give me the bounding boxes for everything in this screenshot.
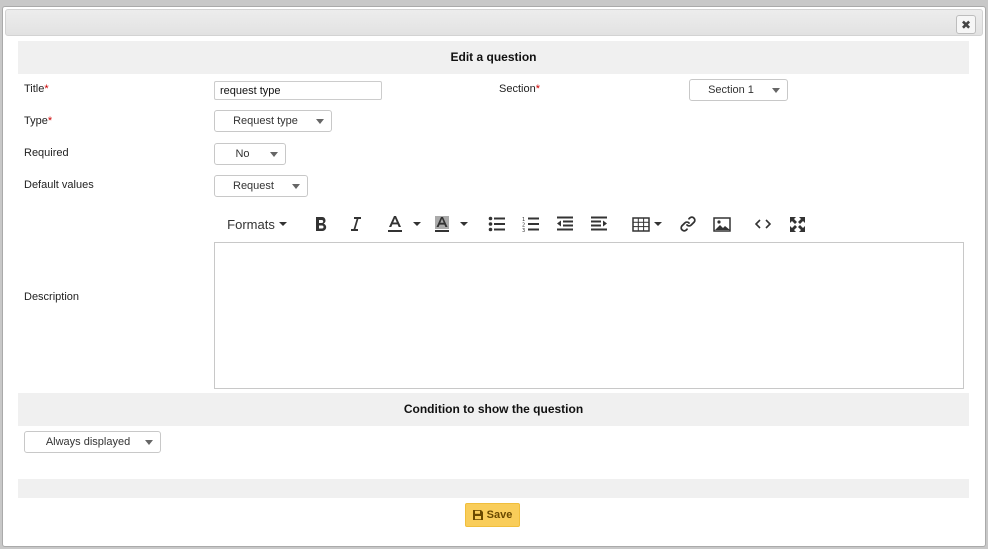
- save-label: Save: [486, 509, 513, 521]
- background-color-button[interactable]: [431, 209, 453, 239]
- table-icon: [632, 216, 650, 232]
- required-marker: *: [47, 115, 53, 127]
- description-label: Description: [24, 291, 80, 303]
- bullet-list-button[interactable]: [486, 209, 508, 239]
- chevron-down-icon: [654, 222, 662, 226]
- outdent-icon: [557, 216, 573, 231]
- condition-header: Condition to show the question: [18, 393, 969, 426]
- chevron-down-icon: [460, 222, 468, 226]
- chevron-down-icon: [278, 222, 287, 226]
- link-button[interactable]: [677, 209, 699, 239]
- condition-select[interactable]: Always displayed: [24, 431, 161, 453]
- table-dropdown[interactable]: [652, 209, 664, 239]
- chevron-down-icon: [772, 87, 780, 93]
- edit-question-dialog: ✖ Edit a question Title* Section* Sectio…: [2, 6, 986, 547]
- chevron-down-icon: [413, 222, 421, 226]
- numbered-list-icon: 123: [522, 217, 539, 232]
- fullscreen-button[interactable]: [786, 209, 808, 239]
- default-values-select[interactable]: Request: [214, 175, 308, 197]
- source-code-icon: [755, 219, 771, 229]
- type-label: Type*: [24, 115, 53, 127]
- editor-toolbar: Formats 123: [214, 209, 814, 239]
- required-marker: *: [44, 83, 49, 95]
- chevron-down-icon: [316, 118, 324, 124]
- svg-text:3: 3: [522, 228, 525, 232]
- close-icon: ✖: [960, 17, 972, 32]
- link-icon: [680, 216, 696, 232]
- italic-button[interactable]: [344, 209, 366, 239]
- chevron-down-icon: [270, 151, 278, 157]
- outdent-button[interactable]: [554, 209, 576, 239]
- description-editor[interactable]: [214, 242, 964, 389]
- text-color-button[interactable]: [384, 209, 406, 239]
- default-values-label: Default values: [24, 179, 94, 191]
- save-button[interactable]: Save: [465, 503, 520, 527]
- fullscreen-icon: [789, 216, 805, 232]
- required-select-value: No: [235, 148, 250, 160]
- background-color-icon: [435, 216, 449, 232]
- italic-icon: [351, 217, 361, 231]
- indent-icon: [591, 216, 607, 231]
- close-button[interactable]: ✖: [956, 15, 976, 34]
- numbered-list-button[interactable]: 123: [520, 209, 542, 239]
- condition-select-value: Always displayed: [45, 436, 131, 448]
- table-button[interactable]: [631, 209, 651, 239]
- default-values-select-value: Request: [233, 180, 274, 192]
- source-code-button[interactable]: [752, 209, 774, 239]
- formats-dropdown[interactable]: Formats: [222, 209, 292, 239]
- floppy-disk-icon: [472, 510, 483, 520]
- section-select[interactable]: Section 1: [689, 79, 788, 101]
- chevron-down-icon: [145, 439, 153, 445]
- type-select[interactable]: Request type: [214, 110, 332, 132]
- edit-question-header: Edit a question: [18, 41, 969, 74]
- indent-button[interactable]: [588, 209, 610, 239]
- bold-button[interactable]: [310, 209, 332, 239]
- section-label: Section*: [499, 83, 540, 95]
- required-select[interactable]: No: [214, 143, 286, 165]
- chevron-down-icon: [292, 183, 300, 189]
- formats-label: Formats: [227, 216, 275, 232]
- separator-band: [18, 479, 969, 498]
- dialog-titlebar: ✖: [5, 9, 983, 36]
- background-color-dropdown[interactable]: [458, 209, 470, 239]
- required-label: Required: [24, 147, 69, 159]
- image-icon: [713, 216, 731, 232]
- title-input[interactable]: [214, 81, 382, 100]
- bullet-list-icon: [488, 216, 505, 232]
- bold-icon: [316, 217, 327, 231]
- text-color-dropdown[interactable]: [411, 209, 423, 239]
- type-select-value: Request type: [233, 115, 298, 127]
- image-button[interactable]: [711, 209, 733, 239]
- required-marker: *: [535, 83, 540, 95]
- title-label: Title*: [24, 83, 49, 95]
- section-select-value: Section 1: [708, 84, 754, 96]
- text-color-icon: [388, 216, 402, 232]
